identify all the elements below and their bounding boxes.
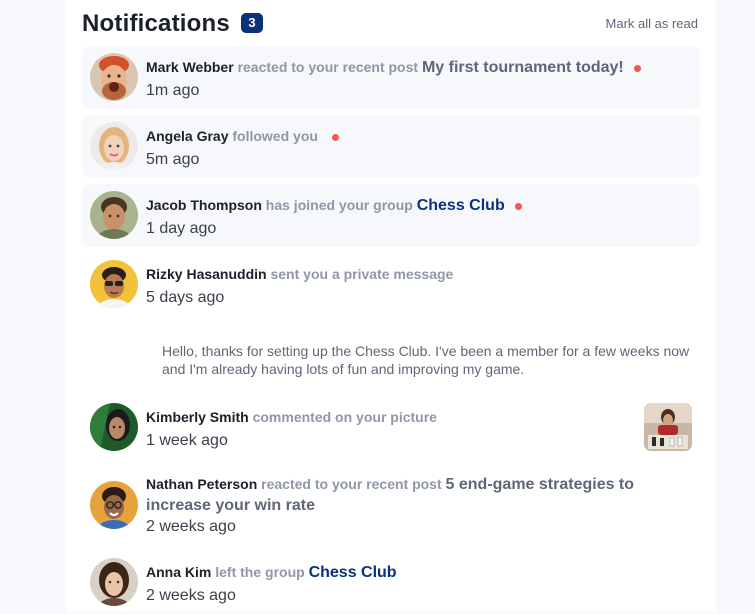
user-name-link[interactable]: Kimberly Smith: [146, 409, 249, 425]
notification-time: 2 weeks ago: [146, 518, 236, 535]
notification-text: Kimberly Smith commented on your picture: [146, 408, 437, 426]
notification-action: reacted to your recent post: [261, 476, 442, 492]
avatar[interactable]: [90, 260, 138, 308]
notification-time: 5m ago: [146, 151, 200, 168]
avatar[interactable]: [90, 191, 138, 239]
avatar[interactable]: [90, 122, 138, 170]
notification-item[interactable]: Rizky Hasanuddin sent you a private mess…: [82, 253, 700, 316]
notification-time: 5 days ago: [146, 289, 225, 306]
notification-item[interactable]: Angela Gray followed you 5m ago: [82, 115, 700, 178]
notification-text: Mark Webber reacted to your recent post …: [146, 58, 641, 77]
notification-time: 1m ago: [146, 82, 200, 99]
unread-dot-icon: [514, 202, 522, 210]
notification-item[interactable]: Mark Webber reacted to your recent post …: [82, 46, 700, 109]
notification-action: has joined your group: [265, 197, 413, 213]
avatar[interactable]: [90, 53, 138, 101]
group-link[interactable]: Chess Club: [309, 564, 397, 581]
notification-item[interactable]: Nathan Peterson reacted to your recent p…: [82, 464, 700, 548]
notification-action: sent you a private message: [270, 266, 454, 282]
notifications-header: Notifications 3 Mark all as read: [82, 10, 700, 40]
notification-item[interactable]: Jacob Thompson has joined your group Che…: [82, 184, 700, 247]
notification-item[interactable]: Kimberly Smith commented on your picture…: [82, 396, 700, 459]
notification-action: followed you: [232, 128, 318, 144]
notification-action: reacted to your recent post: [237, 59, 419, 75]
notification-time: 2 weeks ago: [146, 587, 236, 604]
notifications-card: Notifications 3 Mark all as read Mark We…: [66, 0, 716, 612]
group-link[interactable]: Chess Club: [417, 197, 505, 214]
notification-action: commented on your picture: [252, 409, 437, 425]
user-name-link[interactable]: Anna Kim: [146, 564, 211, 580]
notification-text: Nathan Peterson reacted to your recent p…: [146, 474, 686, 516]
user-name-link[interactable]: Nathan Peterson: [146, 476, 257, 492]
notification-text: Angela Gray followed you: [146, 127, 339, 145]
user-name-link[interactable]: Jacob Thompson: [146, 197, 262, 213]
commented-picture-thumbnail[interactable]: [644, 403, 692, 451]
notification-action: left the group: [215, 564, 305, 580]
private-message-preview[interactable]: Hello, thanks for setting up the Chess C…: [162, 342, 692, 378]
unread-dot-icon: [331, 133, 339, 141]
unread-dot-icon: [633, 64, 641, 72]
notification-text: Anna Kim left the group Chess Club: [146, 563, 397, 582]
mark-all-read-button[interactable]: Mark all as read: [606, 16, 698, 31]
avatar[interactable]: [90, 558, 138, 606]
page-title: Notifications: [82, 10, 230, 37]
notification-text: Jacob Thompson has joined your group Che…: [146, 196, 522, 215]
avatar[interactable]: [90, 403, 138, 451]
avatar[interactable]: [90, 481, 138, 529]
notification-text: Rizky Hasanuddin sent you a private mess…: [146, 265, 453, 283]
notification-item[interactable]: Anna Kim left the group Chess Club 2 wee…: [82, 551, 700, 614]
notification-time: 1 day ago: [146, 220, 217, 237]
notification-time: 1 week ago: [146, 432, 228, 449]
user-name-link[interactable]: Angela Gray: [146, 128, 228, 144]
unread-count-badge: 3: [241, 13, 263, 33]
post-link[interactable]: My first tournament today!: [422, 59, 624, 76]
user-name-link[interactable]: Mark Webber: [146, 59, 234, 75]
user-name-link[interactable]: Rizky Hasanuddin: [146, 266, 267, 282]
